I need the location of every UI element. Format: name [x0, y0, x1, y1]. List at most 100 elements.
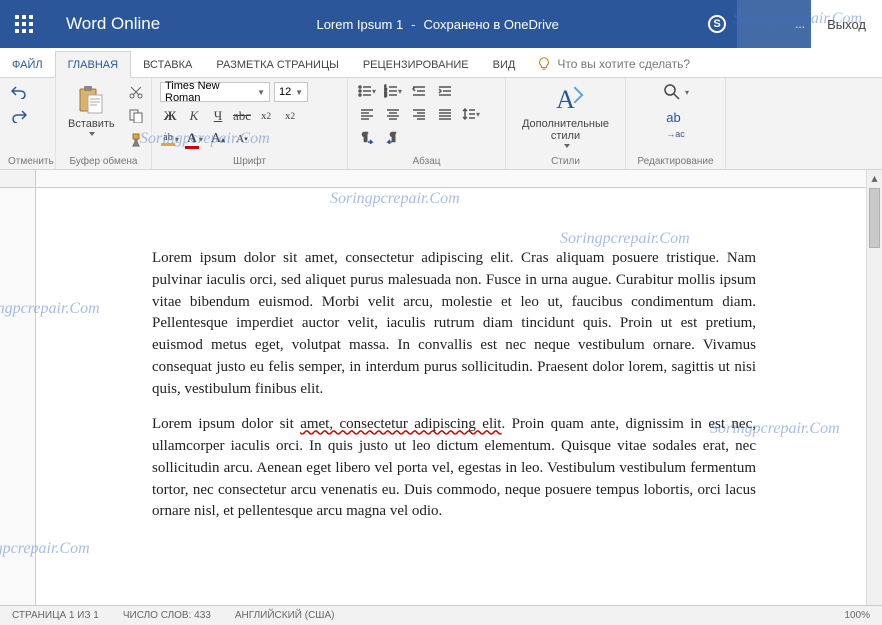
- user-menu-button[interactable]: ...: [737, 0, 811, 48]
- tab-view[interactable]: ВИД: [481, 52, 528, 77]
- ruler-corner: [0, 170, 36, 188]
- align-justify-button[interactable]: [434, 105, 456, 123]
- status-page[interactable]: СТРАНИЦА 1 ИЗ 1: [0, 610, 111, 621]
- saved-location[interactable]: Сохранено в OneDrive: [424, 17, 559, 32]
- paragraph-2[interactable]: Lorem ipsum dolor sit amet, consectetur …: [152, 414, 756, 523]
- align-left-icon: [360, 107, 374, 121]
- font-color-button[interactable]: A▾: [184, 130, 204, 148]
- strikethrough-button[interactable]: abc: [232, 107, 252, 125]
- vertical-ruler[interactable]: [0, 188, 36, 625]
- numbering-button[interactable]: 123▾: [382, 82, 404, 100]
- bullets-icon: [358, 84, 372, 98]
- find-button[interactable]: ▾: [662, 82, 689, 102]
- font-size-select[interactable]: 12 ▼: [274, 82, 308, 102]
- paragraph-1[interactable]: Lorem ipsum dolor sit amet, consectetur …: [152, 248, 756, 400]
- align-right-button[interactable]: [408, 105, 430, 123]
- title-right: S ... Выход: [697, 0, 882, 48]
- align-right-icon: [412, 107, 426, 121]
- format-painter-button[interactable]: [125, 130, 147, 150]
- underline-button[interactable]: Ч: [208, 107, 228, 125]
- chevron-down-icon: ▼: [295, 88, 303, 97]
- scroll-thumb[interactable]: [869, 188, 880, 248]
- decrease-indent-button[interactable]: [408, 82, 430, 100]
- line-spacing-icon: [462, 107, 476, 121]
- increase-indent-button[interactable]: [434, 82, 456, 100]
- sign-out-button[interactable]: Выход: [811, 0, 882, 48]
- paste-icon: [75, 84, 107, 116]
- user-menu-ellipsis: ...: [795, 17, 805, 31]
- subscript-button[interactable]: x2: [256, 107, 276, 125]
- copy-icon: [129, 109, 143, 123]
- tab-file[interactable]: ФАЙЛ: [0, 52, 55, 77]
- title-bar: Word Online Lorem Ipsum 1 - Сохранено в …: [0, 0, 882, 48]
- font-size-value: 12: [279, 86, 291, 98]
- tell-me-search[interactable]: Что вы хотите сделать?: [527, 51, 700, 77]
- lightbulb-icon: [537, 57, 551, 71]
- undo-icon: [11, 85, 27, 99]
- align-left-button[interactable]: [356, 105, 378, 123]
- skype-button[interactable]: S: [697, 0, 737, 48]
- highlight-color-button[interactable]: ab▾: [160, 130, 180, 148]
- title-center: Lorem Ipsum 1 - Сохранено в OneDrive: [178, 17, 697, 32]
- rtl-button[interactable]: ¶: [382, 128, 404, 146]
- styles-icon: A: [556, 85, 575, 115]
- app-launcher-button[interactable]: [0, 0, 48, 48]
- undo-button[interactable]: [8, 82, 30, 102]
- paste-button[interactable]: Вставить: [64, 82, 119, 138]
- replace-button[interactable]: ab→ac: [666, 110, 685, 140]
- vertical-scrollbar[interactable]: ▴ ▾: [866, 170, 882, 625]
- document-name[interactable]: Lorem Ipsum 1: [316, 17, 403, 32]
- ribbon-tabs: ФАЙЛ ГЛАВНАЯ ВСТАВКА РАЗМЕТКА СТРАНИЦЫ Р…: [0, 48, 882, 78]
- document-page[interactable]: Lorem ipsum dolor sit amet, consectetur …: [36, 188, 866, 625]
- redo-button[interactable]: [8, 106, 30, 126]
- group-clipboard: Вставить Буфер обмена: [56, 78, 152, 169]
- group-label-paragraph: Абзац: [356, 154, 497, 167]
- group-label-styles: Стили: [514, 154, 617, 167]
- copy-button[interactable]: [125, 106, 147, 126]
- scissors-icon: [129, 85, 143, 99]
- grow-font-button[interactable]: A▴: [208, 130, 228, 148]
- italic-button[interactable]: К: [184, 107, 204, 125]
- status-language[interactable]: АНГЛИЙСКИЙ (США): [223, 610, 347, 621]
- horizontal-ruler[interactable]: [36, 170, 866, 188]
- tab-home[interactable]: ГЛАВНАЯ: [55, 51, 131, 78]
- app-name-link[interactable]: Word Online: [48, 14, 178, 34]
- replace-glyph: ab→ac: [666, 110, 685, 140]
- redo-icon: [11, 109, 27, 123]
- paste-dropdown-icon: [89, 132, 95, 136]
- cut-button[interactable]: [125, 82, 147, 102]
- document-area: Lorem ipsum dolor sit amet, consectetur …: [0, 170, 882, 625]
- superscript-button[interactable]: x2: [280, 107, 300, 125]
- title-separator: -: [411, 17, 415, 32]
- scroll-up-button[interactable]: ▴: [867, 170, 882, 186]
- indent-icon: [438, 84, 452, 98]
- tab-review[interactable]: РЕЦЕНЗИРОВАНИЕ: [351, 52, 481, 77]
- tab-layout[interactable]: РАЗМЕТКА СТРАНИЦЫ: [204, 52, 350, 77]
- status-zoom[interactable]: 100%: [832, 610, 882, 621]
- ltr-button[interactable]: ¶: [356, 128, 378, 146]
- tab-insert[interactable]: ВСТАВКА: [131, 52, 204, 77]
- status-word-count[interactable]: ЧИСЛО СЛОВ: 433: [111, 610, 223, 621]
- paste-label: Вставить: [68, 118, 115, 130]
- group-font: Times New Roman▼ 12 ▼ Ж К Ч abc x2 x2 ab▾…: [152, 78, 348, 169]
- waffle-icon: [15, 15, 33, 33]
- brush-icon: [129, 133, 143, 147]
- align-center-button[interactable]: [382, 105, 404, 123]
- styles-label: Дополнительные стили: [518, 118, 613, 142]
- bullets-button[interactable]: ▾: [356, 82, 378, 100]
- font-name-select[interactable]: Times New Roman▼: [160, 82, 270, 102]
- shrink-font-button[interactable]: A▾: [232, 130, 252, 148]
- font-name-value: Times New Roman: [165, 80, 257, 104]
- highlight-swatch: [161, 143, 175, 146]
- group-undo: Отменить: [0, 78, 56, 169]
- pilcrow-ltr-icon: ¶: [360, 130, 374, 144]
- group-paragraph: ▾ 123▾ ▾ ¶ ¶ Абзац: [348, 78, 506, 169]
- para2-pre: Lorem ipsum dolor sit: [152, 416, 300, 432]
- bold-button[interactable]: Ж: [160, 107, 180, 125]
- align-center-icon: [386, 107, 400, 121]
- spelling-error[interactable]: amet, consectetur adipiscing elit: [300, 416, 501, 432]
- outdent-icon: [412, 84, 426, 98]
- line-spacing-button[interactable]: ▾: [460, 105, 482, 123]
- styles-button[interactable]: A Дополнительные стили: [514, 82, 617, 150]
- group-label-clipboard: Буфер обмена: [64, 154, 143, 167]
